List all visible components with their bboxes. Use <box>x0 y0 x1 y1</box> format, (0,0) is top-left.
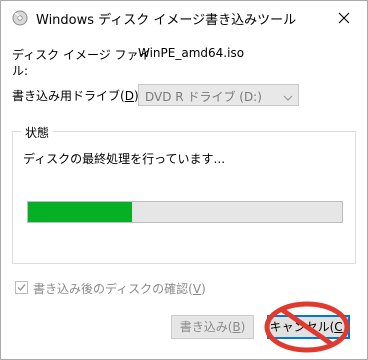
progress-bar <box>27 201 343 223</box>
cancel-button[interactable]: キャンセル(C) <box>267 315 350 339</box>
title-bar: Windows ディスク イメージ書き込みツール <box>1 1 367 35</box>
verify-checkbox[interactable] <box>15 281 28 294</box>
image-file-label-line2: ル: <box>12 64 29 78</box>
verify-checkbox-label: 書き込み後のディスクの確認(V) <box>33 282 206 296</box>
checkmark-icon <box>17 284 26 292</box>
close-icon <box>338 9 350 28</box>
chevron-down-icon <box>282 89 294 101</box>
window-title: Windows ディスク イメージ書き込みツール <box>36 13 297 28</box>
drive-select[interactable]: DVD R ドライブ (D:) <box>138 84 299 106</box>
drive-select-value: DVD R ドライブ (D:) <box>145 90 262 104</box>
progress-bar-fill <box>28 202 132 222</box>
status-message: ディスクの最終処理を行っています... <box>23 152 226 166</box>
close-button[interactable] <box>321 1 367 35</box>
image-file-value: WinPE_amd64.iso <box>138 46 245 60</box>
image-file-label-line1: ディスク イメージ ファイ <box>12 48 151 62</box>
status-group-title: 状態 <box>21 124 54 141</box>
drive-label: 書き込み用ドライブ(D): <box>12 89 143 103</box>
write-button[interactable]: 書き込み(B) <box>171 315 254 339</box>
dialog-window: Windows ディスク イメージ書き込みツール ディスク イメージ ファイ ル… <box>0 0 368 360</box>
disc-burn-icon <box>12 10 28 26</box>
